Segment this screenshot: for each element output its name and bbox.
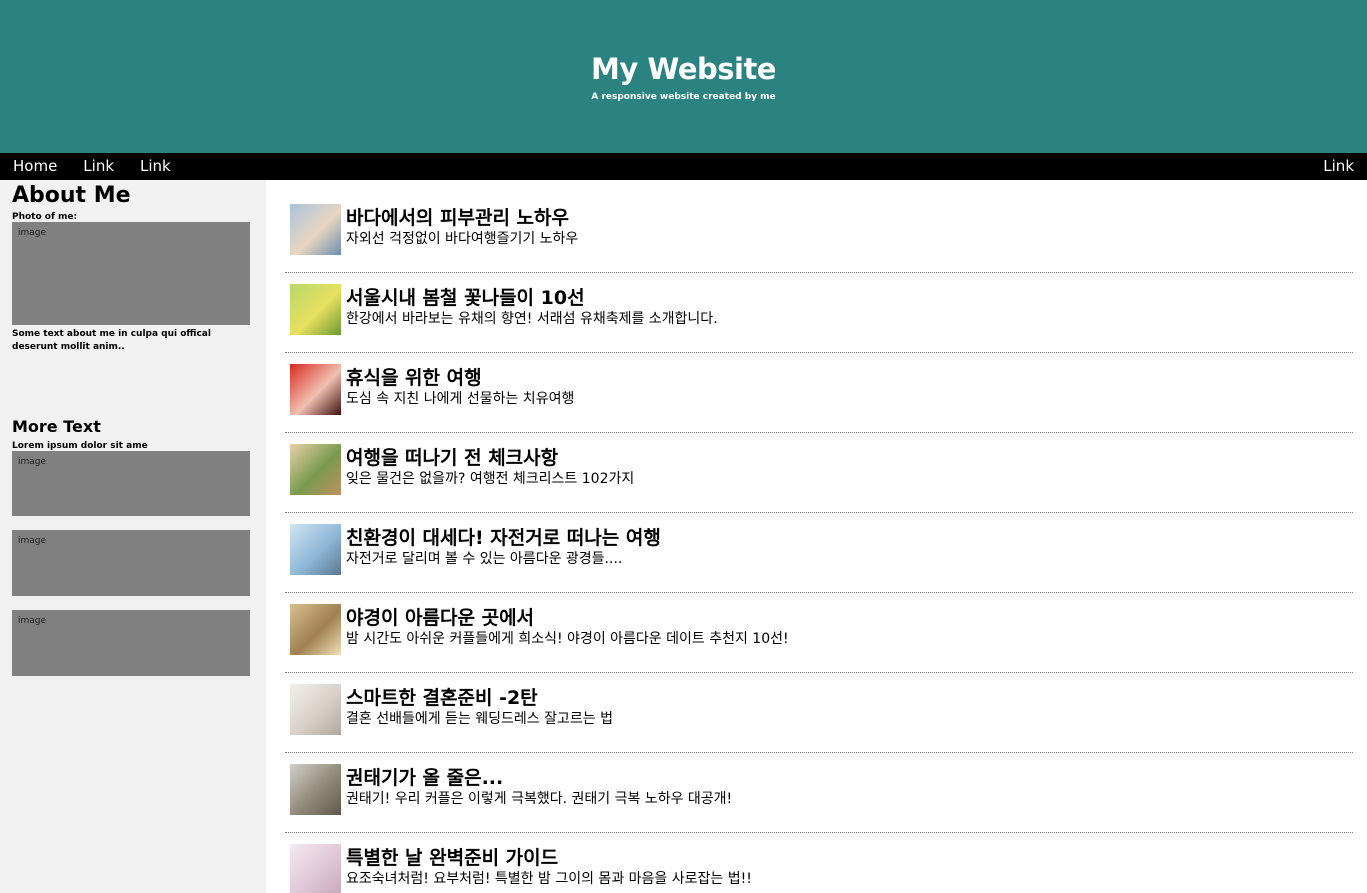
article-item[interactable]: 서울시내 봄철 꽃나들이 10선 한강에서 바라보는 유채의 향연! 서래섬 유채…	[285, 274, 1353, 353]
article-item[interactable]: 야경이 아름다운 곳에서 밤 시간도 아쉬운 커플들에게 희소식! 야경이 아름다…	[285, 594, 1353, 673]
article-title[interactable]: 휴식을 위한 여행	[346, 366, 574, 390]
article-item[interactable]: 휴식을 위한 여행 도심 속 지친 나에게 선물하는 치유여행	[285, 354, 1353, 433]
article-item[interactable]: 여행을 떠나기 전 체크사항 잊은 물건은 없을까? 여행전 체크리스트 102가…	[285, 434, 1353, 513]
nav-link-1[interactable]: Link	[70, 153, 127, 180]
article-title[interactable]: 야경이 아름다운 곳에서	[346, 606, 789, 630]
article-desc: 한강에서 바라보는 유채의 향연! 서래섬 유채축제를 소개합니다.	[346, 311, 718, 327]
image-placeholder-text: image	[18, 536, 47, 546]
article-title[interactable]: 스마트한 결혼준비 -2탄	[346, 686, 613, 710]
article-desc: 도심 속 지친 나에게 선물하는 치유여행	[346, 391, 575, 407]
article-desc: 권태기! 우리 커플은 이렇게 극복했다. 권태기 극복 노하우 대공개!	[346, 791, 733, 807]
about-title: About Me	[12, 183, 131, 208]
profile-image: image	[12, 222, 250, 325]
sidebar: About Me Photo of me: image Some text ab…	[0, 180, 266, 893]
photo-label: Photo of me:	[12, 212, 78, 222]
article-title[interactable]: 특별한 날 완벽준비 가이드	[346, 846, 752, 870]
article-thumbnail	[290, 204, 341, 255]
article-desc: 잊은 물건은 없을까? 여행전 체크리스트 102가지	[346, 471, 635, 487]
site-subtitle: A responsive website created by me	[591, 92, 776, 102]
article-title[interactable]: 서울시내 봄철 꽃나들이 10선	[346, 286, 718, 310]
article-title[interactable]: 친환경이 대세다! 자전거로 떠나는 여행	[346, 526, 661, 550]
article-desc: 자전거로 달리며 볼 수 있는 아름다운 광경들....	[346, 551, 623, 567]
about-text: Some text about me in culpa qui offical …	[12, 329, 211, 352]
nav-home-link[interactable]: Home	[0, 153, 70, 180]
article-item[interactable]: 특별한 날 완벽준비 가이드 요조숙녀처럼! 요부처럼! 특별한 밤 그이의 몸과…	[285, 834, 1353, 893]
article-title[interactable]: 바다에서의 피부관리 노하우	[346, 206, 578, 230]
article-item[interactable]: 친환경이 대세다! 자전거로 떠나는 여행 자전거로 달리며 볼 수 있는 아름다…	[285, 514, 1353, 593]
side-image-2: image	[12, 530, 250, 596]
nav-link-right[interactable]: Link	[1310, 153, 1367, 180]
side-image-3: image	[12, 610, 250, 676]
image-placeholder-text: image	[18, 616, 47, 626]
side-image-1: image	[12, 451, 250, 516]
site-header: My Website A responsive website created …	[0, 0, 1367, 153]
article-item[interactable]: 권태기가 올 줄은... 권태기! 우리 커플은 이렇게 극복했다. 권태기 극복…	[285, 754, 1353, 833]
article-item[interactable]: 바다에서의 피부관리 노하우 자외선 걱정없이 바다여행즐기기 노하우	[285, 194, 1353, 273]
article-desc: 결혼 선배들에게 듣는 웨딩드레스 잘고르는 법	[346, 711, 613, 727]
image-placeholder-text: image	[18, 228, 47, 238]
article-thumbnail	[290, 524, 341, 575]
more-text-title: More Text	[12, 417, 101, 436]
article-thumbnail	[290, 844, 341, 893]
article-thumbnail	[290, 284, 341, 335]
article-item[interactable]: 스마트한 결혼준비 -2탄 결혼 선배들에게 듣는 웨딩드레스 잘고르는 법	[285, 674, 1353, 753]
article-list: 바다에서의 피부관리 노하우 자외선 걱정없이 바다여행즐기기 노하우 서울시내 …	[266, 180, 1367, 893]
article-thumbnail	[290, 444, 341, 495]
article-thumbnail	[290, 764, 341, 815]
navbar: Home Link Link Link	[0, 153, 1367, 180]
article-title[interactable]: 권태기가 올 줄은...	[346, 766, 732, 790]
article-thumbnail	[290, 684, 341, 735]
nav-link-2[interactable]: Link	[127, 153, 184, 180]
image-placeholder-text: image	[18, 457, 47, 467]
article-desc: 자외선 걱정없이 바다여행즐기기 노하우	[346, 231, 579, 247]
article-desc: 밤 시간도 아쉬운 커플들에게 희소식! 야경이 아름다운 데이트 추천지 10…	[346, 631, 789, 647]
article-thumbnail	[290, 604, 341, 655]
site-title: My Website	[591, 52, 776, 86]
article-title[interactable]: 여행을 떠나기 전 체크사항	[346, 446, 634, 470]
article-desc: 요조숙녀처럼! 요부처럼! 특별한 밤 그이의 몸과 마음을 사로잡는 법!!	[346, 871, 752, 887]
article-thumbnail	[290, 364, 341, 415]
more-text-body: Lorem ipsum dolor sit ame	[12, 441, 148, 451]
